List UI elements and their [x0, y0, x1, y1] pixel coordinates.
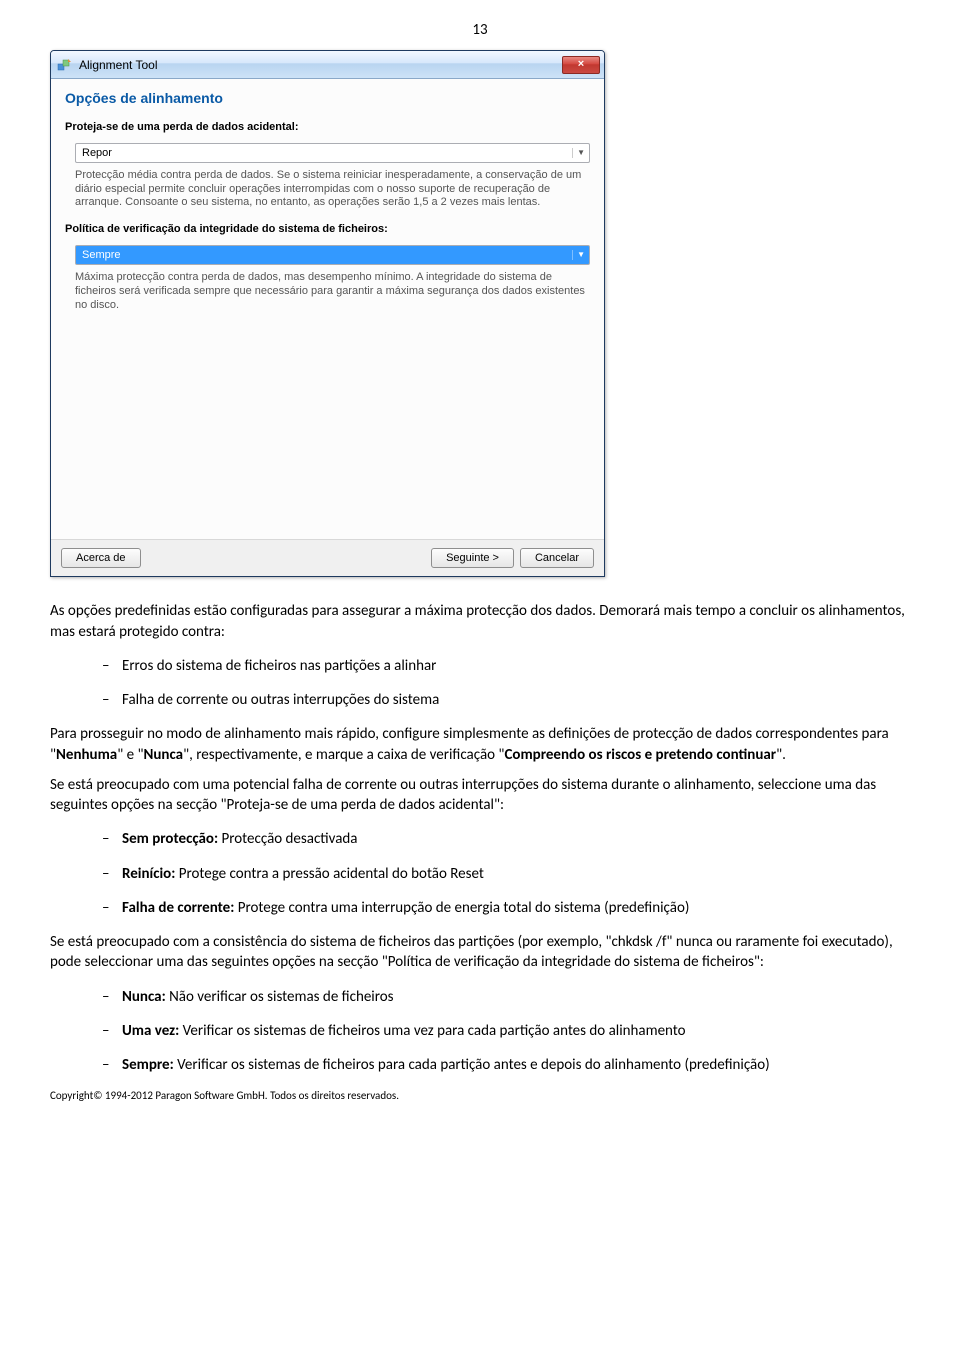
close-icon: ×: [578, 59, 584, 70]
section-label-protection: Proteja-se de uma perda de dados acident…: [65, 120, 590, 135]
text-bold: Falha de corrente:: [122, 899, 234, 917]
list-item: Nunca: Não verificar os sistemas de fich…: [102, 987, 910, 1007]
close-button[interactable]: ×: [562, 56, 600, 74]
document-body: As opções predefinidas estão configurada…: [50, 601, 910, 1104]
bullet-list: Erros do sistema de ficheiros nas partiç…: [50, 656, 910, 711]
list-item: Falha de corrente ou outras interrupções…: [102, 690, 910, 710]
text-run: Protege contra uma interrupção de energi…: [234, 899, 689, 917]
paragraph: Se está preocupado com a consistência do…: [50, 932, 910, 973]
list-item: Sempre: Verificar os sistemas de ficheir…: [102, 1055, 910, 1075]
bullet-list: Sem protecção: Protecção desactivada Rei…: [50, 829, 910, 918]
text-bold: Compreendo os riscos e pretendo continua…: [504, 746, 776, 764]
dialog-window: Alignment Tool × Opções de alinhamento P…: [50, 50, 605, 577]
window-title: Alignment Tool: [79, 57, 562, 73]
paragraph: As opções predefinidas estão configurada…: [50, 601, 910, 642]
text-bold: Nunca: [143, 746, 183, 764]
text-run: Protecção desactivada: [218, 830, 357, 848]
chevron-down-icon: ▼: [572, 148, 585, 159]
paragraph: Se está preocupado com uma potencial fal…: [50, 775, 910, 816]
text-run: Não verificar os sistemas de ficheiros: [166, 988, 394, 1006]
dialog-body: Opções de alinhamento Proteja-se de uma …: [51, 79, 604, 539]
cancel-button[interactable]: Cancelar: [520, 548, 594, 568]
paragraph: Para prosseguir no modo de alinhamento m…: [50, 724, 910, 765]
protection-dropdown[interactable]: Repor ▼: [75, 143, 590, 163]
text-bold: Sempre:: [122, 1056, 174, 1074]
text-bold: Sem protecção:: [122, 830, 218, 848]
integrity-dropdown[interactable]: Sempre ▼: [75, 245, 590, 265]
protection-description: Protecção média contra perda de dados. S…: [75, 169, 590, 210]
list-item: Sem protecção: Protecção desactivada: [102, 829, 910, 849]
bullet-list: Nunca: Não verificar os sistemas de fich…: [50, 987, 910, 1076]
dialog-heading: Opções de alinhamento: [65, 89, 590, 108]
titlebar: Alignment Tool ×: [51, 51, 604, 79]
app-icon: [57, 57, 73, 73]
text-run: Protege contra a pressão acidental do bo…: [175, 865, 484, 883]
text-bold: Nunca:: [122, 988, 166, 1006]
next-button[interactable]: Seguinte >: [431, 548, 514, 568]
text-run: Verificar os sistemas de ficheiros uma v…: [179, 1022, 685, 1040]
list-item: Uma vez: Verificar os sistemas de fichei…: [102, 1021, 910, 1041]
text-run: ".: [776, 746, 786, 764]
text-bold: Uma vez:: [122, 1022, 179, 1040]
text-run: " e ": [117, 746, 143, 764]
list-item: Reinício: Protege contra a pressão acide…: [102, 864, 910, 884]
about-button[interactable]: Acerca de: [61, 548, 141, 568]
list-item: Falha de corrente: Protege contra uma in…: [102, 898, 910, 918]
text-bold: Nenhuma: [56, 746, 117, 764]
list-item: Erros do sistema de ficheiros nas partiç…: [102, 656, 910, 676]
dropdown-value: Repor: [82, 146, 112, 161]
dropdown-value: Sempre: [82, 248, 121, 263]
section-label-integrity: Política de verificação da integridade d…: [65, 222, 590, 237]
dialog-footer: Acerca de Seguinte > Cancelar: [51, 539, 604, 576]
text-bold: Reinício:: [122, 865, 175, 883]
text-run: Verificar os sistemas de ficheiros para …: [174, 1056, 770, 1074]
page-number: 13: [50, 20, 910, 40]
copyright: Copyright© 1994-2012 Paragon Software Gm…: [50, 1089, 910, 1104]
text-run: ", respectivamente, e marque a caixa de …: [183, 746, 504, 764]
chevron-down-icon: ▼: [572, 250, 585, 261]
integrity-description: Máxima protecção contra perda de dados, …: [75, 271, 590, 312]
